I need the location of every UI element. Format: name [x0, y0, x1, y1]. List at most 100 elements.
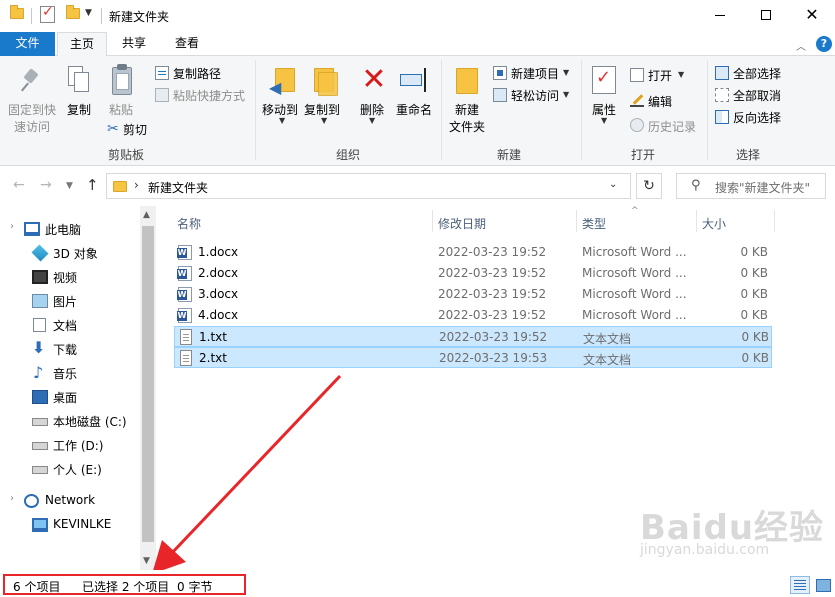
- open-button[interactable]: 打开: [648, 67, 672, 84]
- select-all-button[interactable]: 全部选择: [733, 65, 781, 82]
- pin-quick-access-label-2[interactable]: 速访问: [14, 118, 50, 135]
- network-icon: [24, 494, 39, 508]
- 3d-objects-icon: [31, 244, 49, 262]
- expand-chevron-icon[interactable]: ›: [10, 221, 14, 232]
- new-folder-label-1[interactable]: 新建: [455, 101, 479, 118]
- address-dropdown-icon[interactable]: ⌄: [609, 179, 617, 190]
- large-icons-view-icon[interactable]: [814, 576, 832, 594]
- cut-button[interactable]: 剪切: [123, 121, 147, 138]
- delete-icon[interactable]: ✕: [361, 65, 387, 95]
- edit-button[interactable]: 编辑: [648, 93, 672, 110]
- move-to-icon[interactable]: ◀: [269, 66, 297, 97]
- minimize-button[interactable]: [697, 0, 743, 32]
- move-to-dropdown-icon[interactable]: ▼: [279, 116, 285, 125]
- help-icon[interactable]: ?: [816, 36, 832, 52]
- close-button[interactable]: ✕: [789, 0, 835, 32]
- easy-access-dropdown-icon[interactable]: ▼: [563, 90, 569, 99]
- paste-icon[interactable]: [110, 64, 134, 96]
- new-folder-label-2[interactable]: 文件夹: [449, 118, 485, 135]
- nav-item-label: Network: [45, 493, 96, 507]
- nav-item-documents[interactable]: 文档: [0, 314, 140, 336]
- properties-dropdown-icon[interactable]: ▼: [601, 116, 607, 125]
- up-arrow-icon[interactable]: ↑: [86, 176, 99, 194]
- nav-item-drive-d[interactable]: 工作 (D:): [0, 434, 140, 456]
- new-item-dropdown-icon[interactable]: ▼: [563, 68, 569, 77]
- nav-scrollbar[interactable]: ▲ ▼: [140, 206, 156, 570]
- scrollbar-thumb[interactable]: [142, 226, 154, 542]
- table-row-selected[interactable]: 2.txt 2022-03-23 19:53 文本文档 0 KB: [174, 347, 772, 368]
- invert-selection-button[interactable]: 反向选择: [733, 109, 781, 126]
- refresh-button[interactable]: ↻: [636, 173, 662, 199]
- breadcrumb-current[interactable]: 新建文件夹: [148, 179, 208, 196]
- nav-item-drive-e[interactable]: 个人 (E:): [0, 458, 140, 480]
- recent-locations-icon[interactable]: ▼: [66, 181, 73, 191]
- table-row[interactable]: 2.docx 2022-03-23 19:52 Microsoft Word .…: [174, 263, 772, 284]
- copy-icon[interactable]: [68, 66, 92, 94]
- back-arrow-icon[interactable]: ←: [13, 177, 25, 193]
- nav-item-3d-objects[interactable]: 3D 对象: [0, 242, 140, 264]
- nav-item-network[interactable]: › Network: [0, 490, 140, 512]
- column-header-size[interactable]: 大小: [696, 210, 774, 234]
- expand-chevron-icon[interactable]: ›: [10, 493, 14, 504]
- breadcrumb-chevron-icon[interactable]: ›: [134, 178, 139, 192]
- tab-file[interactable]: 文件: [0, 32, 55, 56]
- column-header-name[interactable]: 名称: [171, 210, 431, 234]
- forward-arrow-icon[interactable]: →: [40, 177, 52, 193]
- maximize-button[interactable]: [743, 0, 789, 32]
- column-divider[interactable]: [774, 210, 775, 232]
- status-selected-count: 已选择 2 个项目: [82, 580, 170, 594]
- nav-item-this-pc[interactable]: › 此电脑: [0, 218, 140, 240]
- nav-item-label: 视频: [53, 271, 78, 285]
- rename-button[interactable]: 重命名: [396, 101, 432, 118]
- new-item-button[interactable]: 新建项目: [511, 65, 559, 82]
- column-header-date[interactable]: 修改日期: [432, 210, 576, 234]
- copy-to-icon[interactable]: [310, 66, 338, 96]
- search-input[interactable]: ⚲ 搜索"新建文件夹": [676, 173, 826, 199]
- paste-shortcut-button[interactable]: 粘贴快捷方式: [173, 87, 245, 104]
- nav-item-downloads[interactable]: ⬇ 下载: [0, 338, 140, 360]
- copy-path-button[interactable]: 复制路径: [173, 65, 221, 82]
- delete-dropdown-icon[interactable]: ▼: [369, 116, 375, 125]
- pin-quick-access-label-1[interactable]: 固定到快: [8, 101, 56, 118]
- new-folder-icon[interactable]: [456, 64, 478, 96]
- nav-item-label: 图片: [53, 295, 78, 309]
- properties-qat-icon[interactable]: [40, 4, 55, 23]
- select-none-button[interactable]: 全部取消: [733, 87, 781, 104]
- history-button[interactable]: 历史记录: [648, 118, 696, 135]
- ribbon-collapse-icon[interactable]: ︿: [796, 38, 806, 53]
- tab-home[interactable]: 主页: [57, 32, 107, 57]
- paste-button[interactable]: 粘贴: [109, 101, 133, 118]
- nav-item-music[interactable]: ♪ 音乐: [0, 362, 140, 384]
- open-dropdown-icon[interactable]: ▼: [678, 70, 684, 79]
- nav-item-pictures[interactable]: 图片: [0, 290, 140, 312]
- table-row[interactable]: 1.docx 2022-03-23 19:52 Microsoft Word .…: [174, 242, 772, 263]
- maximize-icon: [761, 10, 771, 20]
- nav-item-kevinlke[interactable]: KEVINLKE: [0, 514, 140, 536]
- new-folder-qat-icon[interactable]: [66, 5, 80, 19]
- tab-view[interactable]: 查看: [164, 32, 210, 57]
- file-name: 1.docx: [198, 245, 239, 259]
- file-size: 0 KB: [741, 351, 769, 365]
- scroll-up-icon[interactable]: ▲: [143, 210, 150, 220]
- easy-access-button[interactable]: 轻松访问: [511, 87, 559, 104]
- properties-icon[interactable]: [592, 66, 616, 94]
- nav-item-desktop[interactable]: 桌面: [0, 386, 140, 408]
- table-row[interactable]: 3.docx 2022-03-23 19:52 Microsoft Word .…: [174, 284, 772, 305]
- address-bar[interactable]: › 新建文件夹 ⌄: [106, 173, 631, 199]
- nav-item-drive-c[interactable]: 本地磁盘 (C:): [0, 410, 140, 432]
- scroll-down-icon[interactable]: ▼: [143, 556, 150, 566]
- file-type: Microsoft Word ...: [582, 245, 687, 259]
- qat-dropdown-icon[interactable]: ▼: [85, 8, 92, 18]
- copy-button[interactable]: 复制: [67, 101, 91, 118]
- tab-share[interactable]: 共享: [112, 32, 156, 57]
- nav-item-videos[interactable]: 视频: [0, 266, 140, 288]
- table-row[interactable]: 4.docx 2022-03-23 19:52 Microsoft Word .…: [174, 305, 772, 326]
- table-row-selected[interactable]: 1.txt 2022-03-23 19:52 文本文档 0 KB: [174, 326, 772, 347]
- details-view-icon[interactable]: [790, 576, 810, 594]
- group-separator: [255, 60, 256, 160]
- rename-icon[interactable]: [400, 68, 430, 94]
- group-open-label: 打开: [631, 148, 656, 162]
- select-all-icon: [715, 66, 729, 80]
- copy-to-dropdown-icon[interactable]: ▼: [321, 116, 327, 125]
- pin-icon[interactable]: [22, 68, 42, 94]
